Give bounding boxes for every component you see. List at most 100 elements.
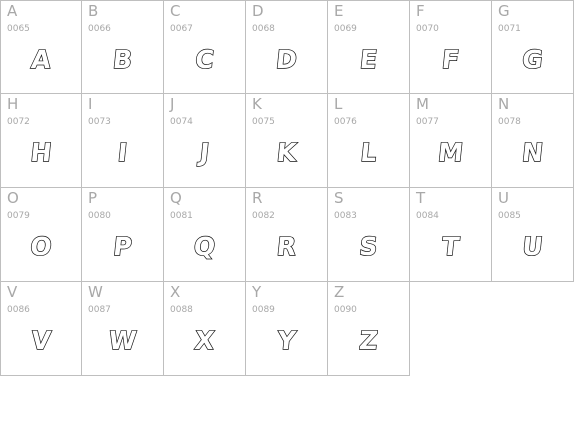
glyph-preview: R [275,231,299,261]
glyph-preview: K [275,137,299,167]
glyph-preview: U [520,231,545,261]
glyph-preview: C [193,44,216,74]
glyph-code-label: 0074 [170,117,193,127]
glyph-preview: H [28,137,54,167]
glyph-code-label: 0083 [334,211,357,221]
glyph-preview: Q [192,231,218,261]
glyph-preview: X [193,325,217,355]
glyph-code-label: 0075 [252,117,275,127]
glyph-code-label: 0088 [170,305,193,315]
glyph-code-label: 0076 [334,117,357,127]
glyph-character-label: K [252,95,262,113]
glyph-character-label: H [7,95,19,113]
glyph-character-label: F [416,2,425,20]
glyph-preview: I [116,137,130,167]
glyph-cell-l[interactable]: L 0076 L [328,94,410,188]
glyph-cell-g[interactable]: G 0071 G [492,0,574,94]
glyph-cell-s[interactable]: S 0083 S [328,188,410,282]
glyph-cell-w[interactable]: W 0087 W [82,282,164,376]
glyph-code-label: 0078 [498,117,521,127]
glyph-character-label: T [416,189,426,207]
glyph-code-label: 0070 [416,24,439,34]
glyph-preview: N [520,137,545,167]
glyph-cell-r[interactable]: R 0082 R [246,188,328,282]
glyph-preview: M [436,137,465,167]
glyph-preview: O [28,231,54,261]
glyph-preview: T [440,231,462,261]
glyph-preview: D [274,44,299,74]
glyph-cell-a[interactable]: A 0065 A [0,0,82,94]
glyph-character-label: L [334,95,343,113]
glyph-cell-y[interactable]: Y 0089 Y [246,282,328,376]
glyph-cell-u[interactable]: U 0085 U [492,188,574,282]
glyph-code-label: 0069 [334,24,357,34]
glyph-code-label: 0089 [252,305,275,315]
glyph-character-label: Z [334,283,345,301]
glyph-cell-j[interactable]: J 0074 J [164,94,246,188]
character-map-grid: A 0065 A B 0066 B C 0067 C D 0068 D E 0069 E F 0070 F G 007… [0,0,575,378]
glyph-code-label: 0082 [252,211,275,221]
glyph-character-label: A [7,2,18,20]
glyph-character-label: U [498,189,509,207]
glyph-character-label: R [252,189,263,207]
glyph-character-label: I [88,95,93,113]
glyph-cell-k[interactable]: K 0075 K [246,94,328,188]
glyph-preview: Z [357,325,380,355]
glyph-preview: W [107,325,139,355]
glyph-code-label: 0085 [498,211,521,221]
glyph-code-label: 0067 [170,24,193,34]
glyph-cell-h[interactable]: H 0072 H [0,94,82,188]
glyph-code-label: 0072 [7,117,30,127]
glyph-code-label: 0090 [334,305,357,315]
glyph-preview: L [358,137,379,167]
glyph-cell-i[interactable]: I 0073 I [82,94,164,188]
glyph-character-label: Y [252,283,262,301]
glyph-character-label: W [88,283,103,301]
glyph-cell-n[interactable]: N 0078 N [492,94,574,188]
glyph-cell-f[interactable]: F 0070 F [410,0,492,94]
glyph-cell-t[interactable]: T 0084 T [410,188,492,282]
glyph-preview: A [29,44,53,74]
glyph-cell-d[interactable]: D 0068 D [246,0,328,94]
glyph-cell-m[interactable]: M 0077 M [410,94,492,188]
glyph-character-label: N [498,95,510,113]
glyph-character-label: X [170,283,181,301]
glyph-preview: G [520,44,545,74]
glyph-character-label: Q [170,189,182,207]
glyph-cell-o[interactable]: O 0079 O [0,188,82,282]
glyph-cell-b[interactable]: B 0066 B [82,0,164,94]
glyph-preview: F [440,44,462,74]
glyph-cell-e[interactable]: E 0069 E [328,0,410,94]
glyph-code-label: 0086 [7,305,30,315]
glyph-preview: B [111,44,135,74]
glyph-code-label: 0068 [252,24,275,34]
glyph-character-label: V [7,283,18,301]
glyph-code-label: 0087 [88,305,111,315]
glyph-character-label: M [416,95,429,113]
glyph-code-label: 0079 [7,211,30,221]
glyph-character-label: C [170,2,181,20]
glyph-character-label: O [7,189,19,207]
glyph-character-label: G [498,2,510,20]
glyph-cell-p[interactable]: P 0080 P [82,188,164,282]
glyph-code-label: 0066 [88,24,111,34]
glyph-preview: P [111,231,134,261]
glyph-code-label: 0084 [416,211,439,221]
glyph-character-label: J [170,95,175,113]
glyph-preview: S [357,231,380,261]
glyph-cell-x[interactable]: X 0088 X [164,282,246,376]
glyph-preview: J [198,137,212,167]
glyph-preview: V [29,325,53,355]
glyph-character-label: D [252,2,264,20]
glyph-character-label: P [88,189,98,207]
glyph-character-label: B [88,2,99,20]
glyph-preview: E [358,44,380,74]
glyph-cell-v[interactable]: V 0086 V [0,282,82,376]
glyph-cell-z[interactable]: Z 0090 Z [328,282,410,376]
glyph-cell-c[interactable]: C 0067 C [164,0,246,94]
glyph-cell-q[interactable]: Q 0081 Q [164,188,246,282]
glyph-character-label: S [334,189,344,207]
glyph-code-label: 0080 [88,211,111,221]
glyph-character-label: E [334,2,344,20]
glyph-preview: Y [275,325,298,355]
